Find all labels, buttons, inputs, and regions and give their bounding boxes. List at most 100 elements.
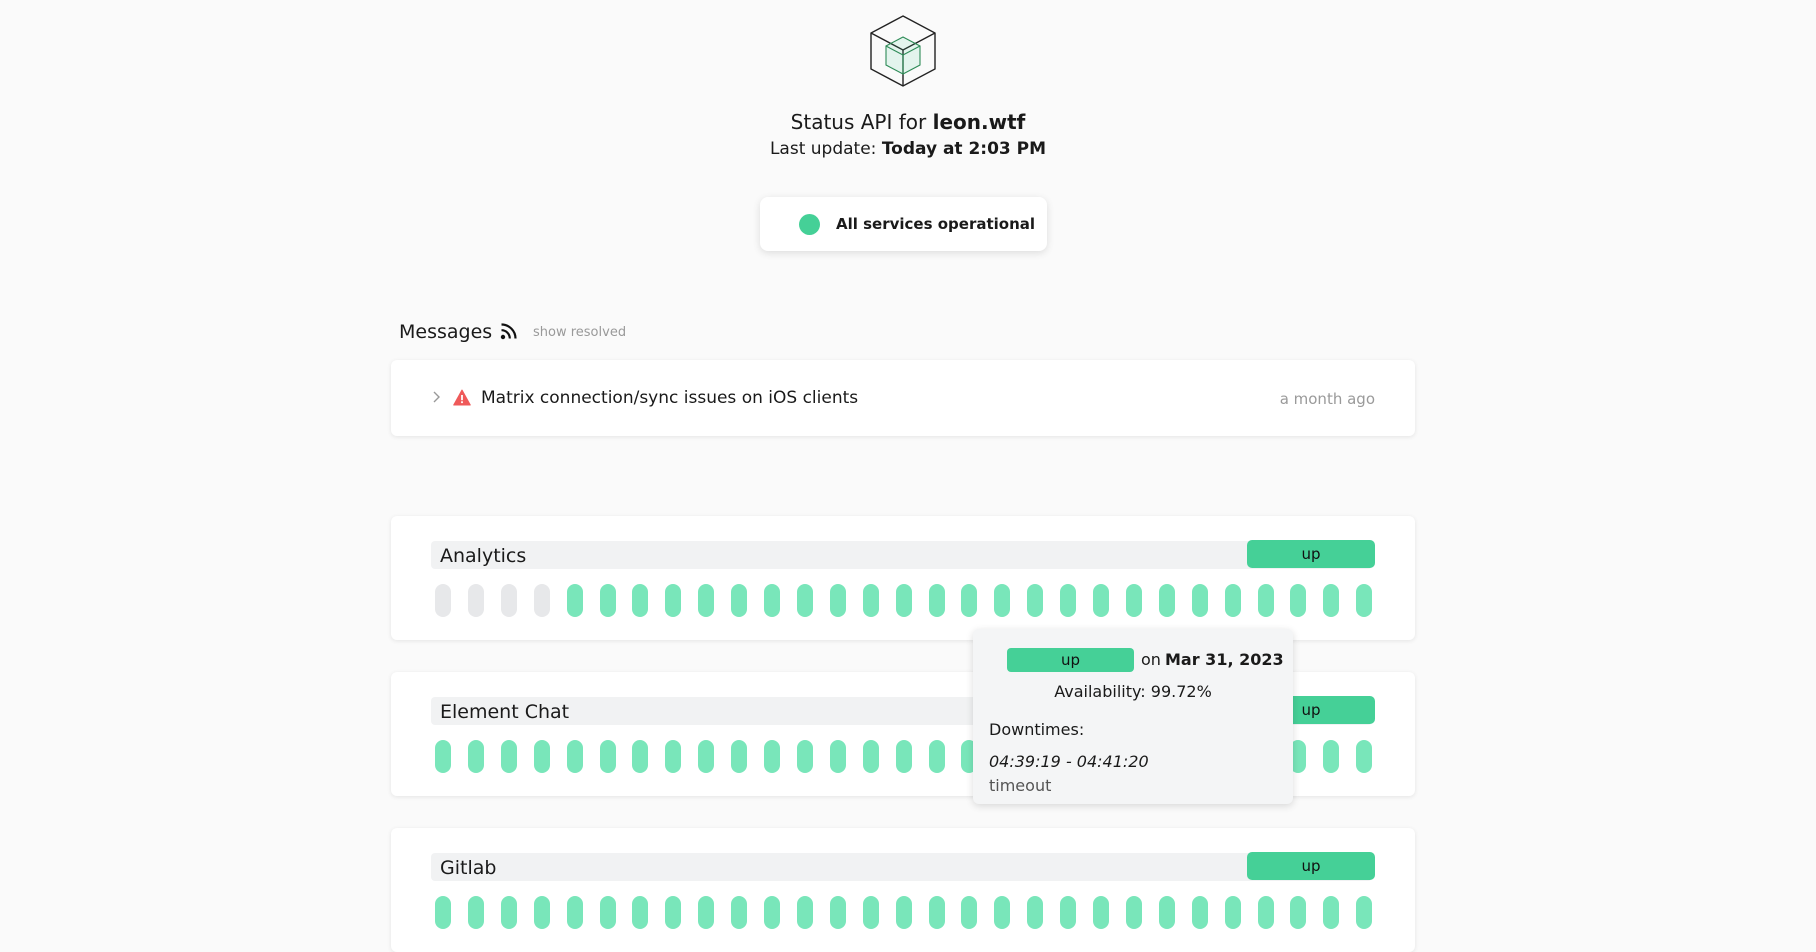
uptime-day-up[interactable]	[533, 896, 550, 929]
uptime-day-up[interactable]	[796, 584, 813, 617]
uptime-day-no-data[interactable]	[533, 584, 550, 617]
uptime-day-up[interactable]	[1290, 896, 1307, 929]
overall-status-card: All services operational	[760, 197, 1047, 251]
uptime-day-up[interactable]	[1191, 896, 1208, 929]
uptime-day-up[interactable]	[994, 584, 1011, 617]
uptime-day-up[interactable]	[435, 896, 451, 929]
uptime-day-up[interactable]	[632, 896, 649, 929]
uptime-day-up[interactable]	[1323, 740, 1340, 773]
uptime-day-up[interactable]	[467, 740, 484, 773]
uptime-day-up[interactable]	[1356, 740, 1373, 773]
uptime-day-up[interactable]	[862, 896, 879, 929]
title-prefix: Status API for	[790, 110, 933, 134]
uptime-day-up[interactable]	[1323, 896, 1340, 929]
uptime-day-up[interactable]	[632, 740, 649, 773]
tooltip-downtime-reason: timeout	[989, 776, 1052, 795]
uptime-day-up[interactable]	[1027, 896, 1044, 929]
uptime-day-up[interactable]	[731, 584, 748, 617]
tooltip-availability: Availability: 99.72%	[1054, 682, 1212, 701]
uptime-day-up[interactable]	[731, 896, 748, 929]
chevron-right-icon[interactable]	[431, 386, 443, 408]
service-header-bar	[431, 541, 1372, 569]
uptime-day-no-data[interactable]	[500, 584, 517, 617]
uptime-day-up[interactable]	[961, 896, 978, 929]
uptime-day-up[interactable]	[1158, 896, 1175, 929]
uptime-day-up[interactable]	[928, 740, 945, 773]
message-title: Matrix connection/sync issues on iOS cli…	[481, 388, 859, 408]
uptime-day-up[interactable]	[829, 584, 846, 617]
uptime-day-up[interactable]	[1224, 584, 1241, 617]
service-name: Gitlab	[440, 857, 497, 879]
uptime-day-up[interactable]	[599, 896, 616, 929]
rss-feed-icon[interactable]	[500, 322, 518, 340]
uptime-day-no-data[interactable]	[467, 584, 484, 617]
uptime-day-up[interactable]	[1224, 896, 1241, 929]
service-status-badge: up	[1247, 540, 1375, 568]
uptime-day-up[interactable]	[1257, 584, 1274, 617]
uptime-day-up[interactable]	[895, 896, 912, 929]
message-item[interactable]: Matrix connection/sync issues on iOS cli…	[391, 360, 1415, 436]
tooltip-downtimes-label: Downtimes:	[989, 720, 1085, 739]
tooltip-date: Mar 31, 2023	[1165, 650, 1284, 669]
show-resolved-link[interactable]: show resolved	[533, 323, 626, 343]
uptime-day-up[interactable]	[1093, 896, 1109, 929]
uptime-day-up[interactable]	[467, 896, 484, 929]
uptime-day-up[interactable]	[698, 584, 715, 617]
uptime-day-up[interactable]	[566, 740, 583, 773]
uptime-day-up[interactable]	[599, 740, 616, 773]
cube-logo-icon	[870, 15, 936, 87]
uptime-day-up[interactable]	[632, 584, 649, 617]
uptime-day-up[interactable]	[961, 584, 978, 617]
uptime-day-up[interactable]	[1060, 896, 1077, 929]
uptime-day-up[interactable]	[698, 896, 715, 929]
uptime-day-up[interactable]	[928, 896, 945, 929]
uptime-day-up[interactable]	[1323, 584, 1340, 617]
service-card-analytics: Analytics up	[391, 516, 1415, 640]
uptime-day-up[interactable]	[566, 584, 583, 617]
uptime-day-up[interactable]	[533, 740, 550, 773]
last-update: Last update: Today at 2:03 PM	[0, 136, 1816, 162]
messages-heading: Messages	[399, 321, 493, 343]
uptime-day-up[interactable]	[895, 584, 912, 617]
uptime-day-up[interactable]	[764, 740, 780, 773]
uptime-day-up[interactable]	[764, 584, 780, 617]
uptime-day-up[interactable]	[1356, 584, 1373, 617]
overall-status-text: All services operational	[836, 215, 1036, 233]
uptime-day-up[interactable]	[1257, 896, 1274, 929]
uptime-day-up[interactable]	[895, 740, 912, 773]
uptime-day-up[interactable]	[665, 584, 682, 617]
uptime-day-up[interactable]	[1125, 896, 1142, 929]
uptime-day-up[interactable]	[599, 584, 616, 617]
uptime-day-no-data[interactable]	[435, 584, 451, 617]
uptime-day-up[interactable]	[829, 896, 846, 929]
uptime-day-up[interactable]	[665, 896, 682, 929]
uptime-day-up[interactable]	[1093, 584, 1109, 617]
uptime-day-up[interactable]	[500, 896, 517, 929]
uptime-day-up[interactable]	[994, 896, 1011, 929]
uptime-day-up[interactable]	[829, 740, 846, 773]
uptime-day-up[interactable]	[928, 584, 945, 617]
uptime-day-up[interactable]	[1158, 584, 1175, 617]
uptime-day-up[interactable]	[566, 896, 583, 929]
uptime-day-up[interactable]	[862, 740, 879, 773]
uptime-day-up[interactable]	[500, 740, 517, 773]
uptime-day-up[interactable]	[862, 584, 879, 617]
tooltip-on-label: on	[1141, 650, 1161, 669]
uptime-day-up[interactable]	[1290, 584, 1307, 617]
uptime-day-up[interactable]	[698, 740, 715, 773]
uptime-day-up[interactable]	[435, 740, 451, 773]
uptime-day-up[interactable]	[764, 896, 780, 929]
last-update-value: Today at 2:03 PM	[881, 139, 1047, 159]
title-domain: leon.wtf	[932, 110, 1026, 134]
uptime-day-up[interactable]	[1191, 584, 1208, 617]
uptime-day-up[interactable]	[796, 740, 813, 773]
uptime-day-up[interactable]	[1027, 584, 1044, 617]
uptime-day-up[interactable]	[731, 740, 748, 773]
service-status-badge: up	[1247, 852, 1375, 880]
last-update-label: Last update:	[769, 139, 882, 159]
uptime-day-up[interactable]	[796, 896, 813, 929]
uptime-day-up[interactable]	[1356, 896, 1373, 929]
uptime-day-up[interactable]	[1060, 584, 1077, 617]
uptime-day-up[interactable]	[665, 740, 682, 773]
uptime-day-up[interactable]	[1125, 584, 1142, 617]
